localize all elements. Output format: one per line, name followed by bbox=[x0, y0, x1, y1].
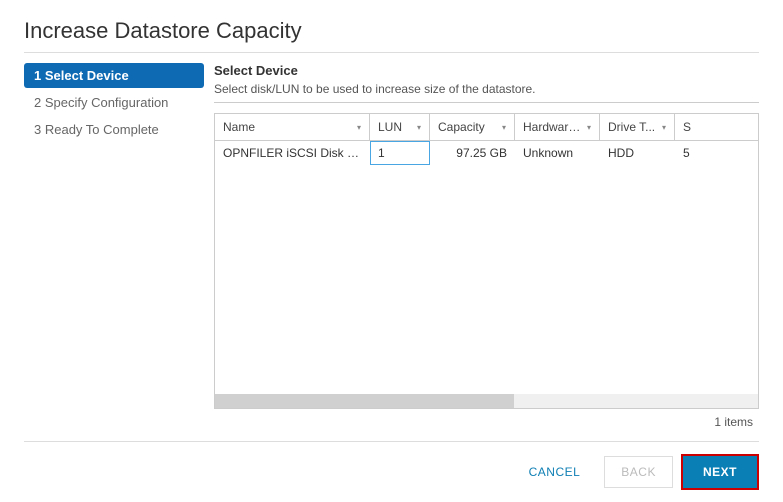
col-header-capacity[interactable]: Capacity ▾ bbox=[430, 114, 515, 140]
panel-title: Select Device bbox=[214, 63, 759, 78]
sort-icon: ▾ bbox=[662, 123, 666, 132]
table-item-count: 1 items bbox=[214, 409, 759, 429]
cell-extra: 5 bbox=[675, 141, 705, 165]
table-row[interactable]: OPNFILER iSCSI Disk (t10.... 1 97.25 GB … bbox=[215, 141, 758, 165]
horizontal-scrollbar[interactable] bbox=[215, 394, 758, 408]
dialog-title: Increase Datastore Capacity bbox=[24, 18, 759, 53]
back-button: BACK bbox=[604, 456, 673, 488]
cell-capacity: 97.25 GB bbox=[430, 141, 515, 165]
step-select-device[interactable]: 1 Select Device bbox=[24, 63, 204, 88]
cancel-button[interactable]: CANCEL bbox=[513, 457, 597, 487]
scrollbar-thumb[interactable] bbox=[215, 394, 514, 408]
sort-icon: ▾ bbox=[357, 123, 361, 132]
wizard-steps: 1 Select Device 2 Specify Configuration … bbox=[24, 63, 214, 429]
step-specify-configuration[interactable]: 2 Specify Configuration bbox=[24, 90, 204, 115]
col-header-lun[interactable]: LUN ▾ bbox=[370, 114, 430, 140]
table-header: Name ▾ LUN ▾ Capacity ▾ Hardware... ▾ bbox=[215, 114, 758, 141]
main-panel: Select Device Select disk/LUN to be used… bbox=[214, 63, 759, 429]
col-header-hardware[interactable]: Hardware... ▾ bbox=[515, 114, 600, 140]
sort-icon: ▾ bbox=[587, 123, 591, 132]
table-body: OPNFILER iSCSI Disk (t10.... 1 97.25 GB … bbox=[215, 141, 758, 394]
cell-name: OPNFILER iSCSI Disk (t10.... bbox=[215, 141, 370, 165]
panel-header: Select Device Select disk/LUN to be used… bbox=[214, 63, 759, 103]
col-header-drive-type[interactable]: Drive T... ▾ bbox=[600, 114, 675, 140]
cell-lun[interactable]: 1 bbox=[370, 141, 430, 165]
next-button[interactable]: NEXT bbox=[681, 454, 759, 490]
sort-icon: ▾ bbox=[417, 123, 421, 132]
cell-drive-type: HDD bbox=[600, 141, 675, 165]
col-header-name[interactable]: Name ▾ bbox=[215, 114, 370, 140]
step-ready-to-complete[interactable]: 3 Ready To Complete bbox=[24, 117, 204, 142]
panel-subtitle: Select disk/LUN to be used to increase s… bbox=[214, 82, 759, 96]
cell-hardware: Unknown bbox=[515, 141, 600, 165]
sort-icon: ▾ bbox=[502, 123, 506, 132]
col-header-extra[interactable]: S bbox=[675, 114, 705, 140]
device-table: Name ▾ LUN ▾ Capacity ▾ Hardware... ▾ bbox=[214, 113, 759, 409]
dialog-actions: CANCEL BACK NEXT bbox=[24, 441, 759, 490]
dialog-increase-datastore: Increase Datastore Capacity 1 Select Dev… bbox=[0, 0, 783, 502]
dialog-body: 1 Select Device 2 Specify Configuration … bbox=[24, 63, 759, 429]
